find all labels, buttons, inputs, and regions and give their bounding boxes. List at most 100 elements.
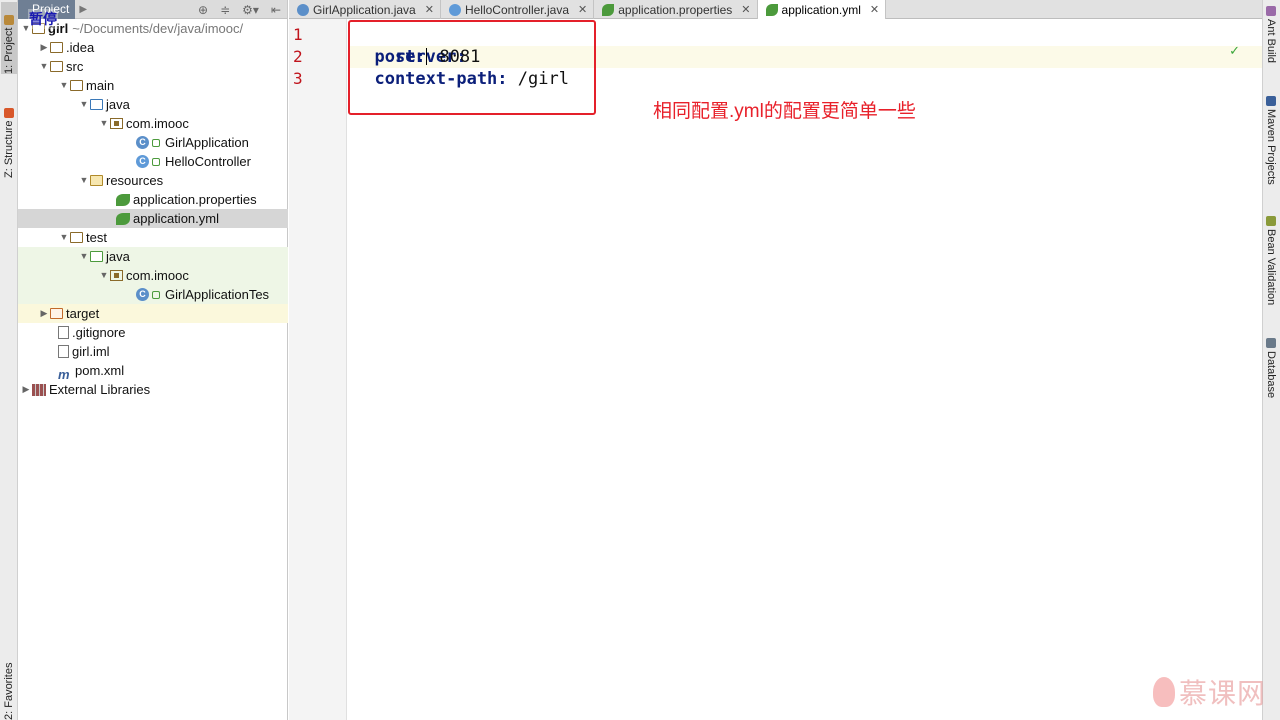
tree-item-label: src (66, 59, 84, 74)
tree-item-label: test (86, 230, 107, 245)
flame-logo-icon (1152, 677, 1175, 707)
chevron-down-icon[interactable]: ▼ (78, 247, 90, 266)
folder-icon (50, 42, 63, 53)
close-icon[interactable]: ✕ (578, 3, 587, 16)
tree-item-label: pom.xml (75, 363, 125, 378)
spring-leaf-icon (765, 3, 778, 16)
tree-item-application-properties[interactable]: application.properties (18, 190, 288, 209)
tree-item-label: application.yml (133, 211, 219, 226)
tree-item-test-package[interactable]: ▼ com.imooc (18, 266, 288, 285)
close-icon[interactable]: ✕ (425, 3, 434, 16)
tree-item-girlapplicationtests[interactable]: C GirlApplicationTes (18, 285, 288, 304)
watermark: 慕课网 (1152, 672, 1266, 712)
spring-leaf-icon (116, 193, 130, 206)
line-number: 1 (293, 25, 303, 44)
tree-item-hellocontroller[interactable]: C HelloController (18, 152, 288, 171)
tree-item-application-yml[interactable]: application.yml (18, 209, 288, 228)
maven-projects-tool-tab[interactable]: Maven Projects (1263, 96, 1279, 196)
tree-item-resources[interactable]: ▼ resources (18, 171, 288, 190)
tree-item-package[interactable]: ▼ com.imooc (18, 114, 288, 133)
chevron-down-icon[interactable]: ▼ (78, 95, 90, 114)
tree-item-src[interactable]: ▼ src (18, 57, 288, 76)
spring-leaf-icon (116, 212, 130, 225)
chevron-down-icon[interactable]: ▼ (58, 228, 70, 247)
tree-item-main[interactable]: ▼ main (18, 76, 288, 95)
tree-item-root[interactable]: ▼ girl ~/Documents/dev/java/imooc/ (18, 19, 288, 38)
bean-validation-tool-tab[interactable]: Bean Validation (1263, 216, 1279, 320)
target-icon[interactable]: ⊕ (198, 3, 208, 17)
chevron-down-icon[interactable]: ▼ (78, 171, 90, 190)
tab-label: application.properties (618, 2, 733, 17)
project-panel-header: Project ▶ ⊕ ≑ ⚙▾ ⇤ (18, 0, 287, 19)
tree-item-pom-xml[interactable]: m pom.xml (18, 361, 288, 380)
class-icon: C (136, 155, 149, 168)
tree-item-label: GirlApplication (165, 135, 249, 150)
tree-item-java[interactable]: ▼ java (18, 95, 288, 114)
tab-girlapplication-java[interactable]: GirlApplication.java ✕ (289, 0, 441, 19)
ant-build-label: Ant Build (1265, 19, 1277, 64)
chevron-right-icon[interactable]: ▶ (38, 304, 50, 323)
database-tool-tab[interactable]: Database (1263, 338, 1279, 408)
highlight-box (348, 20, 596, 115)
tree-item-label: main (86, 78, 115, 93)
test-folder-icon (90, 251, 103, 262)
chevron-right-icon[interactable]: ▶ (38, 38, 50, 57)
gear-icon[interactable]: ⚙▾ (242, 3, 259, 17)
tree-item-label: resources (106, 173, 164, 188)
tree-item-gitignore[interactable]: .gitignore (18, 323, 288, 342)
chevron-right-icon[interactable]: ▶ (79, 4, 87, 15)
left-tool-strip: 1: Project Z: Structure 2: Favorites (0, 0, 18, 720)
tree-item-test[interactable]: ▼ test (18, 228, 288, 247)
tree-item-external-libraries[interactable]: ▶ External Libraries (18, 380, 288, 399)
favorites-tool-tab[interactable]: 2: Favorites (1, 658, 17, 720)
maven-icon: m (58, 366, 70, 381)
close-icon[interactable]: ✕ (870, 3, 879, 16)
tab-hellocontroller-java[interactable]: HelloController.java ✕ (441, 0, 595, 19)
tree-item-label: girl.iml (72, 344, 110, 359)
project-tool-tab-label: 1: Project (3, 27, 15, 74)
chevron-down-icon[interactable]: ▼ (98, 114, 110, 133)
iml-file-icon (58, 345, 69, 358)
hide-panel-icon[interactable]: ⇤ (271, 3, 281, 17)
structure-tool-tab[interactable]: Z: Structure (1, 94, 17, 178)
tree-item-girl-iml[interactable]: girl.iml (18, 342, 288, 361)
collapse-all-icon[interactable]: ≑ (220, 3, 230, 17)
chevron-down-icon[interactable]: ▼ (98, 266, 110, 285)
tree-item-label: target (66, 306, 100, 321)
package-icon (110, 270, 123, 281)
folder-icon (70, 80, 83, 91)
tab-label: HelloController.java (464, 2, 569, 17)
annotation-text: 相同配置.yml的配置更简单一些 (653, 101, 916, 122)
chevron-down-icon[interactable]: ▼ (58, 76, 70, 95)
tree-item-label: External Libraries (49, 382, 151, 397)
text-file-icon (58, 326, 69, 339)
project-tool-tab[interactable]: 1: Project (1, 2, 17, 74)
tree-item-test-java[interactable]: ▼ java (18, 247, 288, 266)
tree-item-label: java (106, 249, 130, 264)
ant-build-tool-tab[interactable]: Ant Build (1263, 6, 1279, 76)
lock-icon (152, 138, 160, 147)
structure-icon (4, 107, 14, 118)
pause-badge: 暂停 (28, 9, 58, 29)
tree-item-label: application.properties (133, 192, 257, 207)
close-icon[interactable]: ✕ (741, 3, 750, 16)
line-number-gutter: 1 2 3 (289, 19, 347, 720)
tree-item-idea[interactable]: ▶ .idea (18, 38, 288, 57)
tree-item-girlapplication[interactable]: C GirlApplication (18, 133, 288, 152)
tree-item-target[interactable]: ▶ target (18, 304, 288, 323)
spring-class-icon: C (136, 136, 149, 149)
lock-icon (152, 290, 160, 299)
chevron-down-icon[interactable]: ▼ (38, 57, 50, 76)
test-class-icon: C (136, 288, 149, 301)
code-editor[interactable]: server: port: 8081 context-path: /girl ✓ (348, 19, 1262, 720)
tree-item-label: com.imooc (126, 268, 189, 283)
tab-application-properties[interactable]: application.properties ✕ (594, 0, 758, 19)
tab-application-yml[interactable]: application.yml ✕ (757, 0, 887, 19)
tree-item-label: .gitignore (72, 325, 126, 340)
library-icon (32, 383, 46, 396)
project-panel-tools: ⊕ ≑ ⚙▾ ⇤ (198, 0, 281, 19)
chevron-right-icon[interactable]: ▶ (20, 380, 32, 399)
resources-folder-icon (90, 175, 103, 186)
tree-item-label: com.imooc (126, 116, 189, 131)
lock-icon (152, 157, 160, 166)
